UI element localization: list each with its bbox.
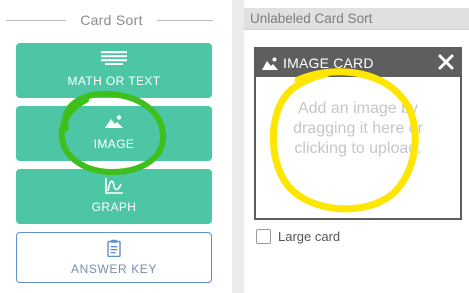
heading-rule-right — [157, 20, 213, 21]
graph-icon — [105, 178, 123, 194]
panel-divider — [232, 0, 244, 293]
panel-title: Card Sort — [80, 12, 143, 28]
large-card-label: Large card — [278, 228, 341, 244]
heading-rule-left — [6, 20, 66, 21]
text-icon — [101, 51, 127, 65]
card-sort-header: Unlabeled Card Sort — [244, 8, 469, 30]
answer-key-button[interactable]: ANSWER KEY — [16, 232, 212, 283]
card-sort-title: Unlabeled Card Sort — [250, 11, 373, 26]
large-card-checkbox[interactable] — [256, 228, 271, 244]
image-icon — [262, 57, 278, 70]
section-heading: Card Sort — [0, 9, 232, 31]
math-or-text-label: MATH OR TEXT — [67, 74, 161, 88]
large-card-option: Large card — [256, 227, 340, 245]
image-upload-dropzone[interactable]: Add an image by dragging it here or clic… — [270, 99, 446, 159]
image-label: IMAGE — [93, 137, 135, 151]
clipboard-icon — [107, 239, 121, 257]
close-icon[interactable] — [436, 52, 456, 72]
math-or-text-button[interactable]: MATH OR TEXT — [16, 43, 212, 98]
image-card[interactable]: IMAGE CARD Add an image by dragging it h… — [254, 47, 462, 220]
card-sort-panel: Unlabeled Card Sort IMAGE CARD Add an im… — [244, 0, 469, 293]
image-button[interactable]: IMAGE — [16, 106, 212, 161]
graph-label: GRAPH — [91, 200, 137, 214]
image-icon — [105, 115, 123, 128]
image-card-title: IMAGE CARD — [283, 55, 374, 71]
answer-key-label: ANSWER KEY — [70, 262, 157, 276]
image-card-header: IMAGE CARD — [256, 49, 460, 77]
card-type-panel: Card Sort MATH OR TEXT IMAGE GRAPH ANSWE… — [0, 0, 232, 293]
graph-button[interactable]: GRAPH — [16, 169, 212, 224]
